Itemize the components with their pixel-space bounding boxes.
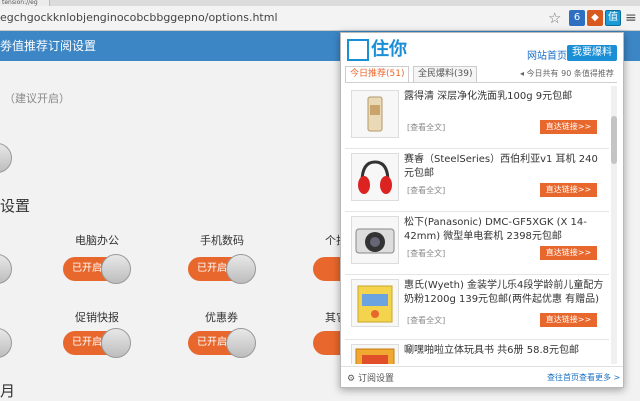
product-thumb[interactable]	[351, 279, 399, 327]
toggle-knob-partial[interactable]	[0, 143, 12, 173]
toggle-switch[interactable]: 已开启	[63, 328, 131, 358]
toggle-label: 已开启	[72, 263, 102, 274]
read-more-link[interactable]: [查看全文]	[407, 122, 445, 133]
logo-text: 住你	[371, 39, 407, 60]
list-item[interactable]: 惠氏(Wyeth) 金装学儿乐4段学龄前儿童配方奶粉1200g 139元包邮(两…	[345, 275, 609, 340]
extension-popup: 住你 网站首页 我要爆料 今日推荐(51) 全民爆料(39) ◂ 今日共有 90…	[340, 32, 624, 388]
category-label: 促销快报	[75, 311, 119, 324]
toggle-knob-partial[interactable]	[0, 254, 12, 284]
deal-list: 露得清 深层净化洗面乳100g 9元包邮 [查看全文] 直达链接>> 赛睿（St…	[345, 86, 609, 364]
report-button[interactable]: 我要爆料	[567, 45, 617, 61]
category-label: 电脑办公	[75, 234, 119, 247]
toggle-label: 已开启	[72, 337, 102, 348]
section-title: 设置	[0, 197, 31, 215]
toggle-knob[interactable]	[101, 254, 131, 284]
category-label: 优惠券	[205, 311, 238, 324]
book-icon	[355, 348, 395, 364]
ext-fox-icon[interactable]: ◆	[587, 10, 603, 26]
item-title[interactable]: 露得清 深层净化洗面乳100g 9元包邮	[404, 90, 604, 104]
toggle-switch[interactable]: 已开启	[188, 328, 256, 358]
summary-label: 今日共有 90 条值得推荐	[526, 69, 614, 78]
toggle-knob-partial[interactable]	[0, 328, 12, 358]
toggle-knob[interactable]	[101, 328, 131, 358]
logo: 住你	[347, 39, 411, 67]
list-scrollbar[interactable]	[611, 86, 617, 364]
product-thumb[interactable]	[351, 90, 399, 138]
direct-link-button[interactable]: 直达链接>>	[540, 120, 597, 134]
read-more-link[interactable]: [查看全文]	[407, 185, 445, 196]
headphones-icon	[358, 160, 392, 194]
direct-link-button[interactable]: 直达链接>>	[540, 183, 597, 197]
speaker-icon: ◂	[520, 69, 525, 78]
star-icon[interactable]: ☆	[548, 9, 561, 27]
toggle-knob[interactable]	[226, 328, 256, 358]
item-title[interactable]: 松下(Panasonic) DMC-GF5XGK (X 14-42mm) 微型单…	[404, 216, 604, 244]
toggle-switch[interactable]	[313, 331, 340, 355]
direct-link-button[interactable]: 直达链接>>	[540, 246, 597, 260]
category-label: 手机数码	[200, 234, 244, 247]
camera-icon	[355, 228, 395, 254]
recommend-note: （建议开启）	[4, 92, 70, 105]
subscribe-settings-link[interactable]: ⚙ 订阅设置	[347, 371, 394, 384]
summary-text: ◂ 今日共有 90 条值得推荐	[520, 68, 614, 79]
ext-zhuni-icon[interactable]: 值	[605, 10, 621, 26]
browser-toolbar: egchgockknlobjenginocobcbbggepno/options…	[0, 6, 640, 31]
direct-link-button[interactable]: 直达链接>>	[540, 313, 597, 327]
cream-tube-icon	[367, 96, 383, 132]
product-thumb[interactable]	[351, 153, 399, 201]
menu-icon[interactable]: ≡	[625, 10, 637, 26]
product-thumb[interactable]	[351, 216, 399, 264]
address-bar[interactable]: egchgockknlobjenginocobcbbggepno/options…	[0, 10, 545, 26]
toggle-knob[interactable]	[226, 254, 256, 284]
logo-icon	[347, 39, 369, 61]
read-more-link[interactable]: [查看全文]	[407, 248, 445, 259]
toggle-label: 已开启	[197, 337, 227, 348]
list-item[interactable]: 露得清 深层净化洗面乳100g 9元包邮 [查看全文] 直达链接>>	[345, 86, 609, 149]
milk-box-icon	[357, 285, 393, 323]
product-thumb[interactable]	[351, 344, 399, 364]
section-title-2: 月	[0, 382, 16, 400]
page-title: 劵值推荐订阅设置	[0, 39, 97, 53]
list-item[interactable]: 松下(Panasonic) DMC-GF5XGK (X 14-42mm) 微型单…	[345, 212, 609, 275]
item-title[interactable]: 惠氏(Wyeth) 金装学儿乐4段学龄前儿童配方奶粉1200g 139元包邮(两…	[404, 279, 604, 307]
toggle-switch[interactable]: 已开启	[63, 254, 131, 284]
item-title[interactable]: 唰嘿啪啦立体玩具书 共6册 58.8元包邮	[404, 344, 604, 358]
popup-footer: ⚙ 订阅设置 查往首页查看更多 >	[341, 366, 623, 388]
toggle-switch[interactable]	[313, 257, 340, 281]
tab-today[interactable]: 今日推荐(51)	[345, 66, 410, 82]
toggle-switch[interactable]: 已开启	[188, 254, 256, 284]
item-title[interactable]: 赛睿（SteelSeries）西伯利亚v1 耳机 240元包邮	[404, 153, 604, 181]
list-item[interactable]: 赛睿（SteelSeries）西伯利亚v1 耳机 240元包邮 [查看全文] 直…	[345, 149, 609, 212]
view-more-link[interactable]: 查往首页查看更多 >	[547, 372, 620, 383]
ext-6-icon[interactable]: 6	[569, 10, 585, 26]
tab-all[interactable]: 全民爆料(39)	[413, 66, 478, 82]
toggle-label: 已开启	[197, 263, 227, 274]
list-item[interactable]: 唰嘿啪啦立体玩具书 共6册 58.8元包邮	[345, 340, 609, 364]
read-more-link[interactable]: [查看全文]	[407, 315, 445, 326]
category-label: 个护	[325, 234, 340, 247]
popup-tabs: 今日推荐(51) 全民爆料(39) ◂ 今日共有 90 条值得推荐	[345, 66, 617, 83]
footer-settings-label: 订阅设置	[357, 374, 394, 384]
site-home-link[interactable]: 网站首页	[527, 47, 567, 62]
category-label: 其它	[325, 311, 340, 324]
scroll-thumb[interactable]	[611, 116, 617, 164]
gear-icon: ⚙	[347, 374, 356, 384]
